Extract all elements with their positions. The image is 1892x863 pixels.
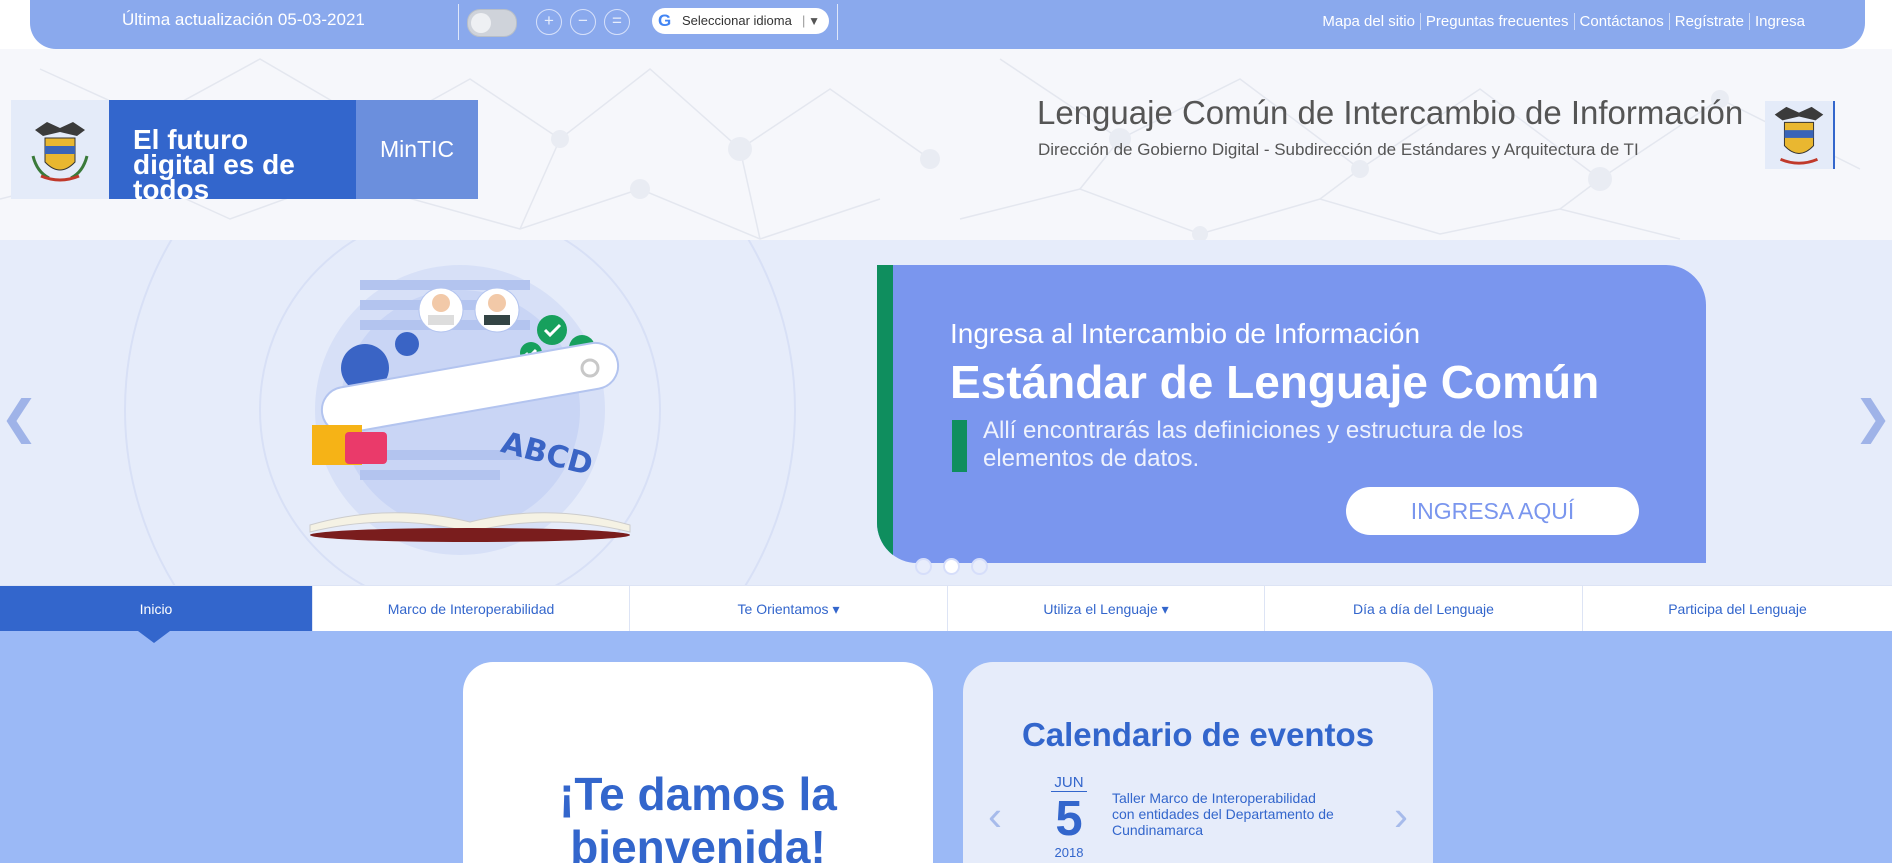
carousel-dot-3[interactable] <box>971 558 988 575</box>
site-header: El futuro digital es de todos MinTIC Len… <box>0 49 1892 240</box>
toggle-knob <box>471 13 491 33</box>
banner-accent-mark <box>952 420 967 472</box>
nav-item-participa[interactable]: Participa del Lenguaje <box>1583 586 1892 632</box>
link-login[interactable]: Ingresa <box>1750 13 1810 30</box>
calendar-next-button[interactable]: › <box>1394 792 1408 840</box>
event-day: 5 <box>1055 792 1083 846</box>
logo-blue-panel: El futuro digital es de todos <box>109 100 356 205</box>
zoom-reset-button[interactable]: = <box>604 9 630 35</box>
zoom-in-button[interactable]: + <box>536 9 562 35</box>
nav-item-utiliza[interactable]: Utiliza el Lenguaje ▾ <box>948 586 1265 632</box>
top-links: Mapa del sitio Preguntas frecuentes Cont… <box>1317 13 1810 30</box>
colombia-crest-icon <box>1765 101 1835 169</box>
top-bar: Última actualización 05-03-2021 + − = G … <box>30 0 1865 49</box>
mintic-logo[interactable]: El futuro digital es de todos MinTIC <box>11 100 478 205</box>
divider <box>458 4 459 40</box>
banner-card: Ingresa al Intercambio de Información Es… <box>877 265 1706 563</box>
link-faq[interactable]: Preguntas frecuentes <box>1421 13 1575 30</box>
crest-graphic <box>1774 106 1824 165</box>
divider <box>837 4 838 40</box>
active-nav-pointer <box>138 631 170 643</box>
colombia-crest-icon <box>31 122 89 182</box>
calendar-prev-button[interactable]: ‹ <box>988 792 1002 840</box>
carousel-dot-2[interactable] <box>943 558 960 575</box>
main-content: ¡Te damos la bienvenida! Calendario de e… <box>0 631 1892 863</box>
main-nav: Inicio Marco de Interoperabilidad Te Ori… <box>0 585 1892 632</box>
nav-item-marco[interactable]: Marco de Interoperabilidad <box>313 586 630 632</box>
logo-slogan: El futuro digital es de todos <box>133 124 295 205</box>
events-calendar: Calendario de eventos ‹ › JUN 5 2018 Tal… <box>963 662 1433 863</box>
carousel-dot-1[interactable] <box>915 558 932 575</box>
link-register[interactable]: Regístrate <box>1670 13 1750 30</box>
hero-carousel: ABCD ❮ ❯ Ingresa al Intercambio de Infor… <box>0 240 1892 585</box>
event-title-link[interactable]: Taller Marco de Interoperabilidad con en… <box>1112 790 1337 838</box>
banner-kicker: Ingresa al Intercambio de Información <box>950 318 1421 349</box>
link-contact[interactable]: Contáctanos <box>1575 13 1670 30</box>
language-select-separator: | <box>802 13 806 28</box>
last-updated-text: Última actualización 05-03-2021 <box>122 10 365 29</box>
calendar-title: Calendario de eventos <box>1021 716 1375 753</box>
banner-accent-bar <box>877 265 893 563</box>
event-month: JUN <box>1051 774 1087 792</box>
language-select-label: Seleccionar idioma <box>682 13 792 28</box>
welcome-heading: ¡Te damos la bienvenida! <box>559 768 837 863</box>
page-subtitle: Dirección de Gobierno Digital - Subdirec… <box>1038 140 1639 159</box>
event-year: 2018 <box>1054 845 1084 860</box>
nav-item-dia-a-dia[interactable]: Día a día del Lenguaje <box>1265 586 1583 632</box>
carousel-indicators <box>915 558 988 575</box>
carousel-next-button[interactable]: ❯ <box>1853 390 1892 444</box>
page-title: Lenguaje Común de Intercambio de Informa… <box>1037 94 1744 131</box>
zoom-out-button[interactable]: − <box>570 9 596 35</box>
link-site-map[interactable]: Mapa del sitio <box>1317 13 1421 30</box>
hero-illustration: ABCD <box>124 240 796 585</box>
chevron-down-icon: ▼ <box>808 14 820 28</box>
nav-item-te-orientamos[interactable]: Te Orientamos ▾ <box>630 586 948 632</box>
contrast-toggle[interactable] <box>467 9 517 37</box>
banner-description: Allí encontrarás las definiciones y estr… <box>983 417 1524 472</box>
language-select[interactable]: G Seleccionar idioma | ▼ <box>652 8 829 34</box>
welcome-card: ¡Te damos la bienvenida! <box>463 662 933 863</box>
logo-ministry: MinTIC <box>356 100 478 199</box>
nav-item-inicio[interactable]: Inicio <box>0 586 313 632</box>
banner-headline: Estándar de Lenguaje Común <box>950 356 1600 408</box>
google-icon: G <box>658 11 672 30</box>
carousel-prev-button[interactable]: ❮ <box>0 390 39 444</box>
ingresa-aqui-button[interactable]: INGRESA AQUÍ <box>1346 487 1639 535</box>
